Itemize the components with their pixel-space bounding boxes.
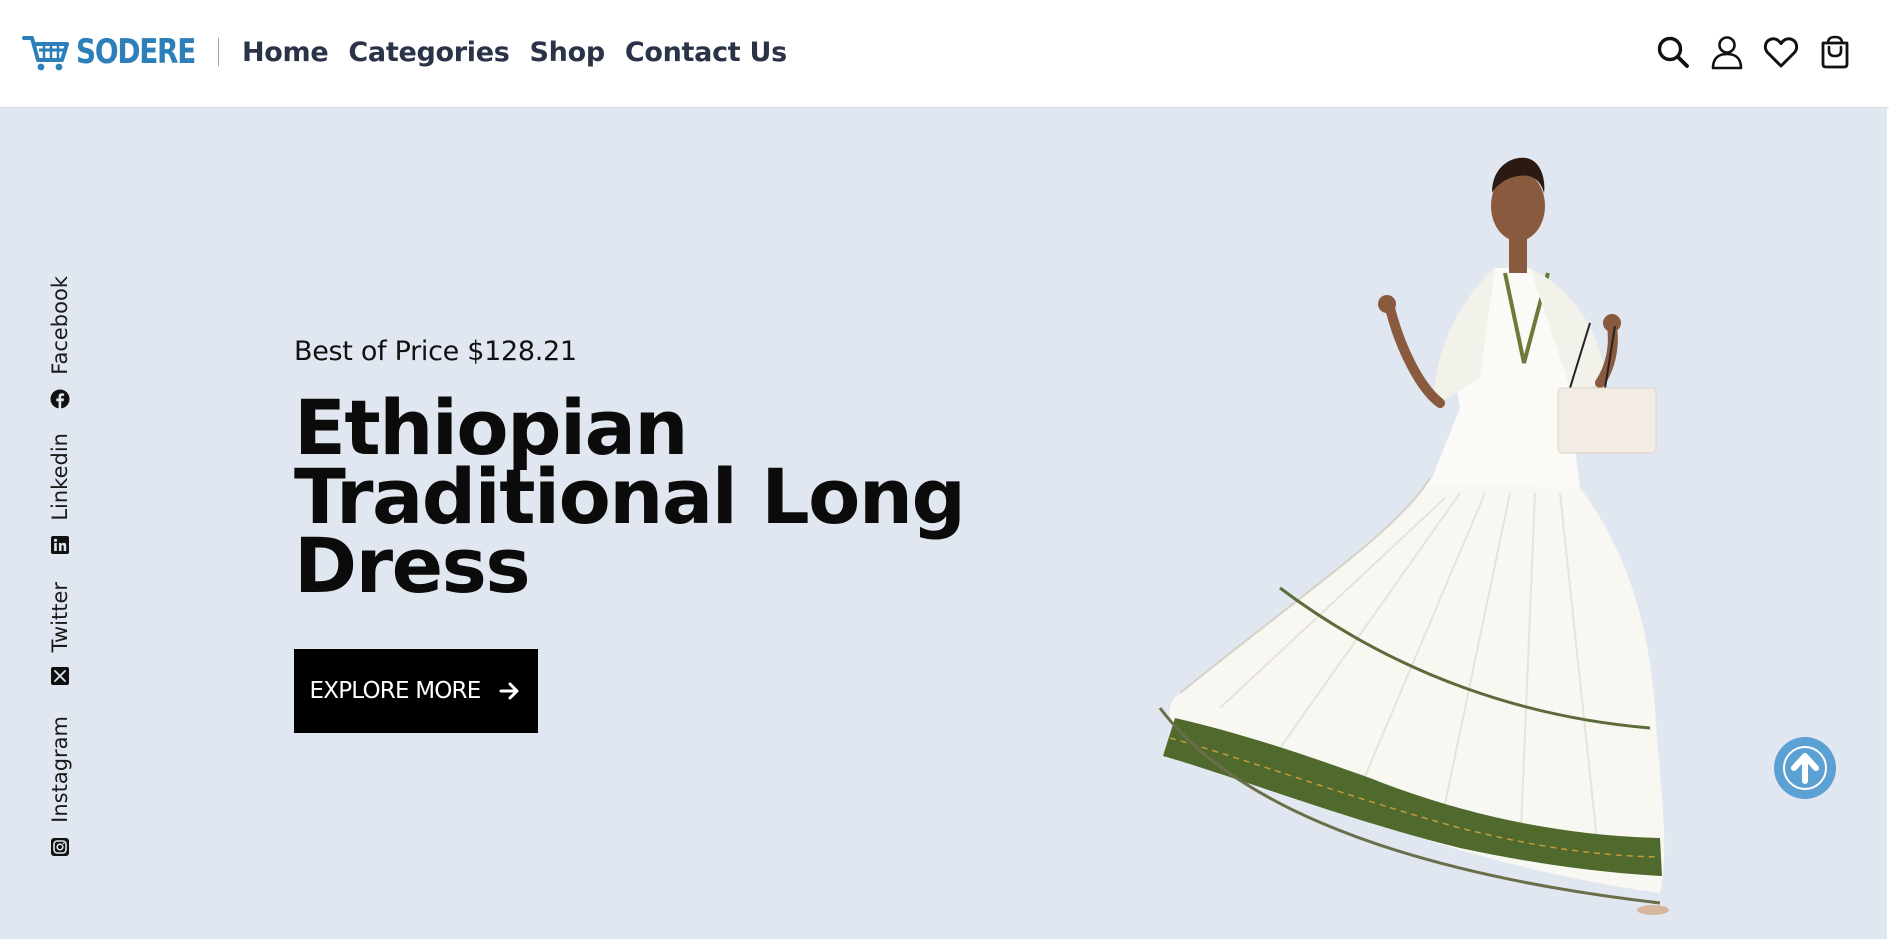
search-icon[interactable]	[1655, 34, 1691, 70]
logo-divider	[218, 38, 219, 66]
social-twitter[interactable]: Twitter	[40, 582, 80, 686]
site-header: SODERE Home Categories Shop Contact Us	[0, 0, 1889, 108]
heart-icon[interactable]	[1763, 34, 1799, 70]
facebook-label: Facebook	[48, 276, 72, 375]
social-links: Facebook Linkedin Twitter Instagram	[40, 108, 80, 939]
hero-copy: Best of Price $128.21 Ethiopian Traditio…	[294, 336, 1034, 610]
linkedin-icon	[51, 535, 69, 554]
instagram-icon	[51, 837, 69, 856]
linkedin-label: Linkedin	[48, 433, 72, 521]
shopping-cart-icon	[22, 36, 69, 71]
social-linkedin[interactable]: Linkedin	[40, 433, 80, 555]
explore-more-button[interactable]: EXPLORE MORE	[294, 649, 538, 733]
nav-contact-us[interactable]: Contact Us	[625, 37, 787, 68]
x-twitter-icon	[51, 667, 69, 686]
price-tagline: Best of Price $128.21	[294, 336, 577, 367]
header-actions	[1655, 30, 1853, 74]
explore-more-label: EXPLORE MORE	[309, 678, 482, 704]
model-photo	[1158, 157, 1669, 915]
hero-title: Ethiopian Traditional Long Dress	[294, 390, 1034, 610]
user-icon[interactable]	[1709, 34, 1745, 70]
nav-shop[interactable]: Shop	[530, 37, 606, 68]
facebook-icon	[50, 389, 70, 409]
hero-title-line-3: Dress	[294, 521, 531, 610]
nav-categories[interactable]: Categories	[348, 37, 509, 68]
brand-logo[interactable]: SODERE	[22, 30, 221, 74]
twitter-label: Twitter	[48, 582, 72, 653]
brand-name: SODERE	[76, 32, 196, 72]
social-facebook[interactable]: Facebook	[40, 276, 80, 409]
scroll-to-top-button[interactable]	[1774, 737, 1836, 799]
main-nav: Home Categories Shop Contact Us	[242, 30, 787, 74]
hero-banner: Facebook Linkedin Twitter Instagram Best…	[0, 108, 1887, 939]
arrow-right-icon	[499, 682, 519, 700]
nav-home[interactable]: Home	[242, 37, 329, 68]
social-instagram[interactable]: Instagram	[40, 716, 80, 857]
shopping-bag-icon[interactable]	[1817, 34, 1853, 70]
arrow-up-icon	[1783, 746, 1827, 790]
instagram-label: Instagram	[48, 716, 72, 823]
